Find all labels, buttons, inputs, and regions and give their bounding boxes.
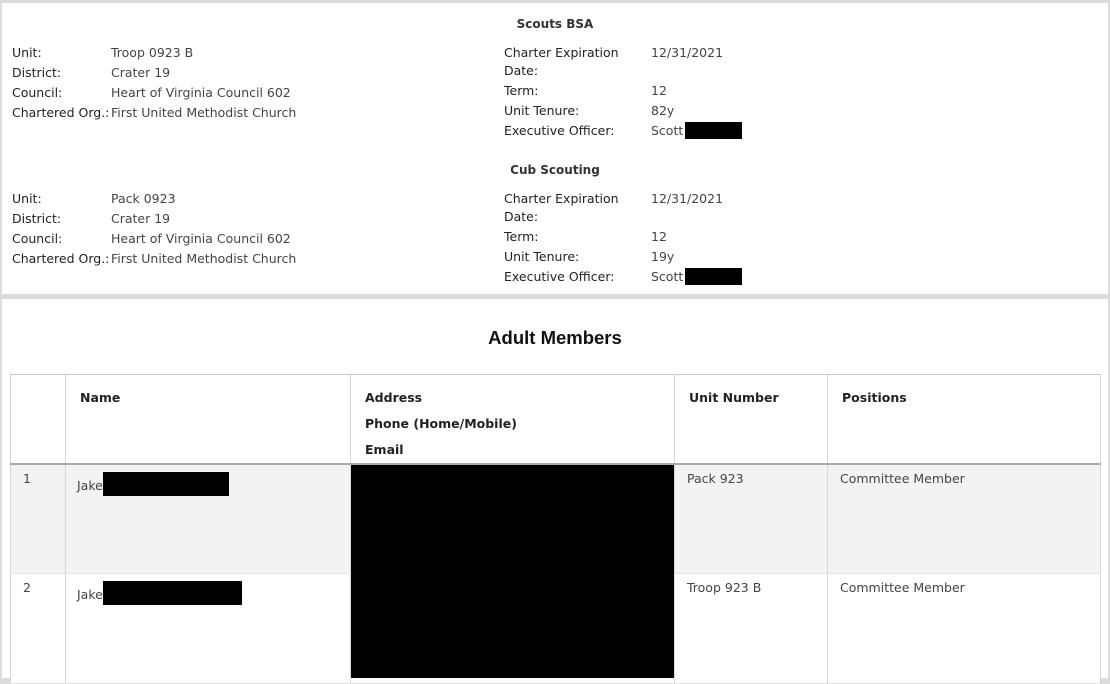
address-column-header[interactable]: Address Phone (Home/Mobile) Email (350, 374, 675, 465)
term-value: 12 (651, 83, 667, 98)
position-value: Committee Member (840, 579, 965, 595)
address-header-group: Address Phone (Home/Mobile) Email (351, 375, 674, 463)
unit-value: Troop 0923 B (111, 45, 194, 60)
council-label: Council: (12, 231, 63, 246)
member-name: Jake (66, 574, 350, 605)
redacted-surname (102, 580, 242, 605)
unit-tenure-label: Unit Tenure: (504, 103, 580, 118)
unit-number-header-label: Unit Number (689, 390, 779, 405)
executive-officer-label: Executive Officer: (504, 123, 615, 138)
charter-expiration-label: Charter Expiration (504, 191, 619, 206)
redacted-contact-info (351, 465, 674, 678)
scouts-bsa-title: Scouts BSA (516, 17, 594, 31)
charter-expiration-label-date: Date: (504, 63, 539, 78)
charter-expiration-label-date: Date: (504, 209, 539, 224)
member-first-name: Jake (77, 586, 103, 602)
member-name-cell[interactable]: Jake (65, 464, 351, 574)
member-name-cell[interactable]: Jake (65, 573, 351, 684)
cub-scouting-title: Cub Scouting (510, 163, 600, 177)
charter-expiration-value: 12/31/2021 (651, 191, 724, 206)
name-column-header[interactable]: Name (65, 374, 351, 465)
unit-value: Pack 0923 (111, 191, 176, 206)
council-label: Council: (12, 85, 63, 100)
position-cell: Committee Member (827, 464, 1101, 574)
redacted-surname (685, 122, 742, 139)
charter-expiration-label: Charter Expiration (504, 45, 619, 60)
row-index-label: 2 (23, 579, 31, 595)
chartered-org-value: First United Methodist Church (111, 251, 297, 266)
chartered-org-label: Chartered Org.: (12, 105, 110, 120)
chartered-org-value: First United Methodist Church (111, 105, 297, 120)
table-header-row: Name Address Phone (Home/Mobile) Email U… (10, 374, 1101, 465)
executive-officer-value: Scott (651, 123, 683, 138)
adult-members-card: Adult Members Name Address Phone (Home/M… (2, 299, 1108, 684)
unit-label: Unit: (12, 45, 42, 60)
unit-tenure-label: Unit Tenure: (504, 249, 580, 264)
name-header-label: Name (80, 390, 121, 405)
district-label: District: (12, 65, 62, 80)
index-column-header (10, 374, 66, 465)
unit-tenure-value: 19y (651, 249, 675, 264)
district-value: Crater 19 (111, 211, 171, 226)
adult-members-title: Adult Members (488, 327, 622, 348)
charter-expiration-value: 12/31/2021 (651, 45, 724, 60)
district-value: Crater 19 (111, 65, 171, 80)
unit-number-value: Troop 923 B (687, 579, 762, 595)
adult-members-table: Name Address Phone (Home/Mobile) Email U… (10, 374, 1101, 684)
unit-label: Unit: (12, 191, 42, 206)
address-header-label: Address (365, 390, 423, 405)
term-label: Term: (504, 229, 539, 244)
term-value: 12 (651, 229, 667, 244)
redacted-surname (102, 472, 229, 496)
unit-number-column-header[interactable]: Unit Number (674, 374, 828, 465)
unit-number-cell: Troop 923 B (674, 573, 828, 684)
chartered-org-label: Chartered Org.: (12, 251, 110, 266)
unit-tenure-value: 82y (651, 103, 675, 118)
row-index: 1 (10, 464, 66, 574)
executive-officer-name: Scott (651, 269, 684, 284)
council-value: Heart of Virginia Council 602 (111, 85, 291, 100)
email-header-label: Email (365, 442, 404, 457)
units-summary-card: Scouts BSA Unit: Troop 0923 B District: … (2, 3, 1108, 294)
term-label: Term: (504, 83, 539, 98)
contact-info-cell (350, 464, 675, 684)
executive-officer-label: Executive Officer: (504, 269, 615, 284)
positions-column-header[interactable]: Positions (827, 374, 1101, 465)
council-value: Heart of Virginia Council 602 (111, 231, 291, 246)
unit-number-value: Pack 923 (687, 471, 744, 486)
executive-officer-name: Scott (651, 123, 684, 138)
row-index-label: 1 (23, 471, 31, 486)
table-row[interactable]: 1 Jake Pack 923 Committee Member (10, 464, 1101, 684)
position-value: Committee Member (840, 471, 965, 486)
redacted-surname (685, 268, 742, 285)
positions-header-label: Positions (842, 390, 907, 405)
position-cell: Committee Member (827, 573, 1101, 684)
phone-header-label: Phone (Home/Mobile) (365, 416, 517, 431)
unit-number-cell: Pack 923 (674, 464, 828, 574)
district-label: District: (12, 211, 62, 226)
executive-officer-value: Scott (651, 269, 683, 284)
member-name: Jake (66, 465, 350, 496)
member-first-name: Jake (77, 478, 103, 493)
row-index: 2 (10, 573, 66, 684)
